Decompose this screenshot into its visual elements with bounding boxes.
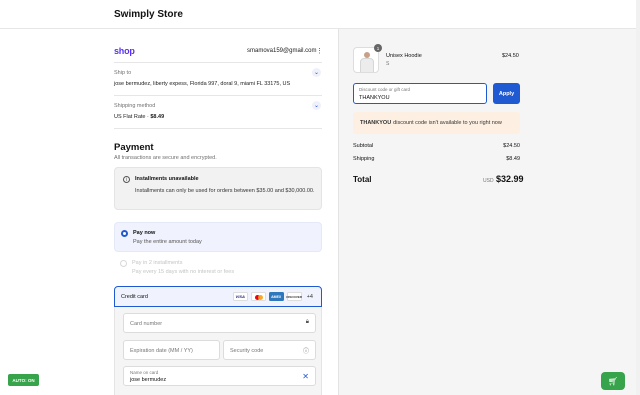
- discount-value: THANKYOU: [359, 95, 390, 101]
- discount-error-message: THANKYOU discount code isn't available t…: [353, 112, 520, 134]
- pay-installments-option[interactable]: Pay in 2 installments Pay every 15 days …: [114, 253, 322, 283]
- divider: [114, 128, 322, 129]
- shipping-method-chevron-down-icon[interactable]: ⌄: [312, 101, 321, 110]
- shop-pay-logo: shop: [114, 46, 135, 56]
- auto-toggle-button[interactable]: AUTO: ON: [8, 374, 39, 386]
- notice-title: Installments unavailable: [135, 176, 199, 182]
- discount-code-input[interactable]: Discount code or gift card THANKYOU: [353, 83, 487, 104]
- expiration-placeholder: Expiration date (MM / YY): [130, 348, 193, 354]
- ship-to-address: jose bermudez, liberty expess, Florida 9…: [114, 81, 291, 87]
- name-on-card-value: jose bermudez: [130, 377, 167, 383]
- account-email: smamova159@gmail.com: [247, 48, 317, 54]
- item-price: $24.50: [502, 53, 519, 59]
- discount-label: Discount code or gift card: [359, 87, 411, 92]
- total-label: Total: [353, 175, 372, 184]
- shipping-method-value: US Flat Rate · $8.49: [114, 114, 164, 120]
- expiration-date-field[interactable]: Expiration date (MM / YY): [123, 340, 220, 360]
- subtotal-value: $24.50: [503, 143, 520, 149]
- pay-now-title: Pay now: [133, 230, 156, 236]
- ship-to-label: Ship to: [114, 70, 132, 76]
- help-icon[interactable]: ⓘ: [303, 346, 309, 355]
- security-code-field[interactable]: Security code ⓘ: [223, 340, 316, 360]
- page-scrollbar[interactable]: [636, 0, 640, 395]
- credit-card-label: Credit card: [121, 294, 148, 300]
- store-title[interactable]: Swimply Store: [114, 9, 183, 20]
- card-number-placeholder: Card number: [130, 321, 163, 327]
- installments-notice: i Installments unavailable Installments …: [114, 167, 322, 210]
- total-value: $32.99: [496, 174, 524, 184]
- mastercard-logo-icon: [250, 292, 266, 301]
- divider: [114, 62, 322, 63]
- shipping-value: $8.49: [506, 156, 520, 162]
- visa-logo-icon: VISA: [232, 292, 248, 301]
- card-brand-logos: VISA AMEX DISCOVER +4: [232, 292, 313, 301]
- quantity-badge: 1: [374, 44, 382, 52]
- divider: [114, 95, 322, 96]
- subtotal-label: Subtotal: [353, 143, 374, 149]
- more-card-brands: +4: [306, 293, 313, 300]
- ship-to-chevron-down-icon[interactable]: ⌄: [312, 68, 321, 77]
- item-name: Unisex Hoodie: [386, 53, 422, 59]
- credit-card-form: Card number 🔒︎ Expiration date (MM / YY)…: [114, 307, 322, 395]
- lock-icon: 🔒︎: [305, 319, 309, 325]
- payment-subtitle: All transactions are secure and encrypte…: [114, 155, 217, 161]
- shipping-method-price: $8.49: [150, 114, 165, 120]
- error-text: discount code isn't available to you rig…: [393, 120, 502, 126]
- clear-icon[interactable]: ✕: [302, 372, 309, 381]
- pay-installments-subtitle: Pay every 15 days with no interest or fe…: [132, 269, 235, 275]
- account-menu-icon[interactable]: ⋮: [316, 47, 323, 55]
- payment-title: Payment: [114, 142, 154, 153]
- shipping-method-label: Shipping method: [114, 103, 156, 109]
- pay-installments-title: Pay in 2 installments: [132, 260, 183, 266]
- error-code: THANKYOU: [360, 120, 392, 126]
- shipping-label: Shipping: [353, 156, 375, 162]
- name-on-card-label: Name on card: [130, 370, 159, 375]
- credit-card-option[interactable]: Credit card VISA AMEX DISCOVER +4: [114, 286, 322, 307]
- amex-logo-icon: AMEX: [268, 292, 284, 301]
- apply-discount-button[interactable]: Apply: [493, 83, 520, 104]
- security-code-placeholder: Security code: [230, 348, 264, 354]
- total-currency: USD: [483, 178, 494, 184]
- store-header: Swimply Store: [0, 0, 640, 29]
- name-on-card-field[interactable]: Name on card jose bermudez ✕: [123, 366, 316, 386]
- item-variant: S: [386, 61, 390, 67]
- pay-now-option[interactable]: Pay now Pay the entire amount today: [114, 222, 322, 252]
- card-number-field[interactable]: Card number 🔒︎: [123, 313, 316, 333]
- cart-fab-icon[interactable]: 🛒︎: [601, 372, 625, 390]
- discover-logo-icon: DISCOVER: [286, 292, 302, 301]
- pay-installments-radio[interactable]: [120, 260, 127, 267]
- pay-now-radio[interactable]: [121, 230, 128, 237]
- shipping-method-name: US Flat Rate ·: [114, 114, 151, 120]
- info-icon: i: [123, 176, 130, 183]
- notice-body: Installments can only be used for orders…: [135, 188, 315, 194]
- pay-now-subtitle: Pay the entire amount today: [133, 239, 202, 245]
